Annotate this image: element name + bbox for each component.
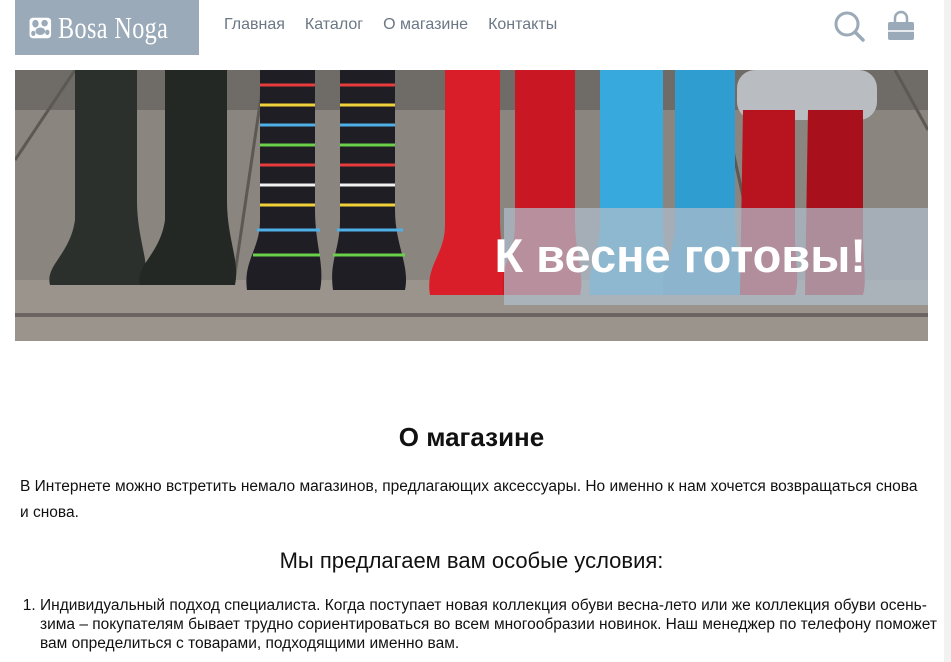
search-icon[interactable] xyxy=(833,10,865,42)
main-nav: Главная Каталог О магазине Контакты xyxy=(224,16,577,34)
logo-paw-icon xyxy=(29,17,52,38)
about-title: О магазине xyxy=(398,422,545,452)
offer-list: Индивидуальный подход специалиста. Когда… xyxy=(0,596,951,653)
nav-item-about[interactable]: О магазине xyxy=(383,16,468,34)
nav-item-contacts[interactable]: Контакты xyxy=(488,16,557,34)
banner-title: К весне готовы! xyxy=(494,229,866,282)
logo-text: Bosa Noga xyxy=(57,9,168,45)
logo[interactable]: Bosa Noga xyxy=(15,0,199,55)
cart-icon[interactable] xyxy=(885,10,917,42)
nav-item-home[interactable]: Главная xyxy=(224,16,285,34)
site-header: Bosa Noga Главная Каталог О магазине Кон… xyxy=(0,0,951,60)
about-text: В Интернете можно встретить немало магаз… xyxy=(20,478,918,521)
hero-banner: К весне готовы! xyxy=(15,70,928,341)
scrollbar[interactable] xyxy=(944,0,951,662)
offer-title: Мы предлагаем вам особые условия: xyxy=(279,548,664,573)
nav-item-catalog[interactable]: Каталог xyxy=(305,16,363,34)
offer-list-item: Индивидуальный подход специалиста. Когда… xyxy=(40,596,951,653)
